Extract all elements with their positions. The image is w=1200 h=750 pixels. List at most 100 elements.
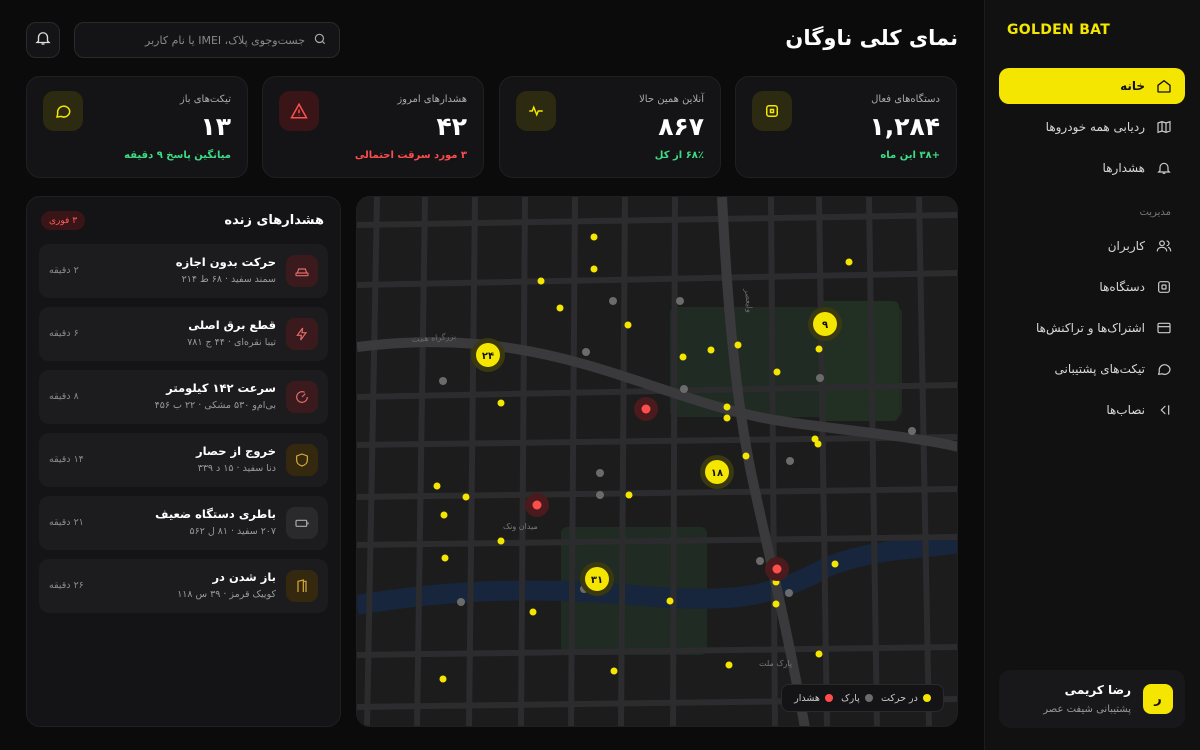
alert-title: باطری دستگاه ضعیف bbox=[155, 507, 276, 521]
sidebar-item-subscriptions[interactable]: اشتراک‌ها و تراکنش‌ها bbox=[999, 310, 1185, 346]
battery-icon bbox=[286, 507, 318, 539]
stat-label: هشدارهای امروز bbox=[397, 94, 467, 105]
moving-vehicle-marker bbox=[497, 399, 505, 407]
user-card[interactable]: ر رضا کریمی پشتیبانی شیفت عصر bbox=[999, 670, 1185, 728]
page-title: نمای کلی ناوگان bbox=[785, 26, 958, 50]
pulse-icon bbox=[516, 91, 556, 131]
search-input[interactable] bbox=[95, 33, 305, 47]
bell-icon bbox=[34, 29, 52, 51]
user-name: رضا کریمی bbox=[1064, 683, 1131, 697]
warning-icon bbox=[279, 91, 319, 131]
shield-icon bbox=[286, 444, 318, 476]
alert-vehicle: دنا سفید · ۱۵ د ۳۳۹ bbox=[197, 463, 276, 474]
stat-card-open-tickets: تیکت‌های باز ۱۳ میانگین پاسخ ۹ دقیقه bbox=[26, 76, 248, 178]
search-icon bbox=[313, 31, 327, 50]
legend-dot bbox=[824, 694, 833, 702]
alert-item[interactable]: حرکت بدون اجازه سمند سفید · ۶۸ ط ۲۱۴ ۲ د… bbox=[39, 244, 328, 298]
parked-vehicle-marker bbox=[439, 377, 447, 385]
alert-vehicle: بی‌ام‌و ۵۳۰ مشکی · ۲۲ ب ۴۵۶ bbox=[154, 400, 276, 411]
nav-section-label: مدیریت bbox=[1139, 207, 1171, 218]
parked-vehicle-marker bbox=[582, 348, 590, 356]
sidebar-item-tracking[interactable]: ردیابی همه خودروها bbox=[999, 109, 1185, 145]
alert-title: باز شدن در bbox=[212, 570, 276, 584]
main-content: نمای کلی ناوگان دستگاه‌های فعال ۱,۲۸۴ +۳… bbox=[0, 0, 984, 750]
legend-dot bbox=[922, 694, 931, 702]
alert-vehicle: ۲۰۷ سفید · ۸۱ ل ۵۶۲ bbox=[189, 526, 277, 537]
alert-item[interactable]: باز شدن در کوییک قرمز · ۳۹ س ۱۱۸ ۲۶ دقیق… bbox=[39, 559, 328, 613]
moving-vehicle-marker bbox=[441, 554, 449, 562]
legend-label: در حرکت bbox=[881, 692, 918, 704]
legend-label: هشدار bbox=[794, 692, 820, 704]
alert-item[interactable]: سرعت ۱۴۲ کیلومتر بی‌ام‌و ۵۳۰ مشکی · ۲۲ ب… bbox=[39, 370, 328, 424]
moving-vehicle-marker bbox=[723, 414, 731, 422]
chat-icon bbox=[1155, 360, 1173, 378]
parked-vehicle-marker bbox=[457, 598, 465, 606]
alert-item[interactable]: قطع برق اصلی تیبا نقره‌ای · ۴۴ ج ۷۸۱ ۶ د… bbox=[39, 307, 328, 361]
cluster-count: ۳۱ bbox=[591, 575, 603, 586]
map-icon bbox=[1155, 118, 1173, 136]
chat-icon bbox=[43, 91, 83, 131]
moving-vehicle-marker bbox=[440, 511, 448, 519]
stat-sub: ۳ مورد سرقت احتمالی bbox=[354, 150, 467, 161]
moving-vehicle-marker bbox=[439, 675, 447, 683]
moving-vehicle-marker bbox=[497, 537, 505, 545]
notifications-button[interactable] bbox=[26, 22, 60, 58]
stat-sub: +۳۸ این ماه bbox=[880, 150, 940, 161]
stat-label: دستگاه‌های فعال bbox=[871, 94, 940, 105]
parked-vehicle-marker bbox=[609, 297, 617, 305]
alert-item[interactable]: خروج از حصار دنا سفید · ۱۵ د ۳۳۹ ۱۴ دقیق… bbox=[39, 433, 328, 487]
bolt-icon bbox=[286, 318, 318, 350]
stat-value: ۸۶۷ bbox=[658, 112, 704, 141]
street-label: میدان ونک bbox=[503, 522, 538, 531]
sidebar-item-alerts[interactable]: هشدارها bbox=[999, 150, 1185, 186]
stat-sub: ۶۸٪ از کل bbox=[654, 150, 704, 161]
panel-title: هشدارهای زنده bbox=[224, 213, 324, 228]
alert-time: ۶ دقیقه bbox=[49, 328, 79, 339]
search-box[interactable] bbox=[74, 22, 340, 58]
alert-vehicle-marker bbox=[532, 500, 542, 510]
parked-vehicle-marker bbox=[676, 297, 684, 305]
chip-icon bbox=[1155, 278, 1173, 296]
fleet-map[interactable]: بزرگراه همت ولیعصر میدان ونک پارک ملت ۲۴… bbox=[356, 196, 958, 727]
card-icon bbox=[1155, 319, 1173, 337]
sidebar-item-tickets[interactable]: تیکت‌های پشتیبانی bbox=[999, 351, 1185, 387]
legend-dot bbox=[864, 694, 873, 702]
alert-vehicle: سمند سفید · ۶۸ ط ۲۱۴ bbox=[181, 274, 276, 285]
brand-logo: GOLDEN BAT bbox=[1007, 22, 1111, 38]
alert-time: ۲۶ دقیقه bbox=[49, 580, 84, 591]
sidebar-nav: خانه ردیابی همه خودروها هشدارها مدیریت ک… bbox=[999, 68, 1185, 433]
map-canvas[interactable]: بزرگراه همت ولیعصر میدان ونک پارک ملت ۲۴… bbox=[357, 197, 958, 727]
home-icon bbox=[1155, 77, 1173, 95]
moving-vehicle-marker bbox=[529, 608, 537, 616]
parked-vehicle-marker bbox=[680, 385, 688, 393]
moving-vehicle-marker bbox=[433, 482, 441, 490]
parked-vehicle-marker bbox=[786, 457, 794, 465]
moving-vehicle-marker bbox=[831, 560, 839, 568]
stat-card-online: آنلاین همین حالا ۸۶۷ ۶۸٪ از کل bbox=[499, 76, 721, 178]
street-label: پارک ملت bbox=[759, 659, 792, 668]
sidebar-item-users[interactable]: کاربران bbox=[999, 228, 1185, 264]
alert-time: ۱۴ دقیقه bbox=[49, 454, 84, 465]
bell-icon bbox=[1155, 159, 1173, 177]
alert-time: ۲۱ دقیقه bbox=[49, 517, 84, 528]
alert-vehicle-marker bbox=[772, 564, 782, 574]
alert-title: خروج از حصار bbox=[195, 444, 276, 458]
sidebar-item-installers[interactable]: نصاب‌ها bbox=[999, 392, 1185, 428]
cluster-count: ۲۴ bbox=[482, 351, 494, 362]
moving-vehicle-marker bbox=[773, 368, 781, 376]
moving-vehicle-marker bbox=[556, 304, 564, 312]
alert-vehicle-marker bbox=[641, 404, 651, 414]
moving-vehicle-marker bbox=[610, 667, 618, 675]
sidebar-item-devices[interactable]: دستگاه‌ها bbox=[999, 269, 1185, 305]
moving-vehicle-marker bbox=[462, 493, 470, 501]
sidebar-item-label: دستگاه‌ها bbox=[1099, 280, 1145, 294]
users-icon bbox=[1155, 237, 1173, 255]
moving-vehicle-marker bbox=[772, 600, 780, 608]
live-alerts-panel: هشدارهای زنده ۳ فوری حرکت بدون اجازه سمن… bbox=[26, 196, 341, 727]
avatar: ر bbox=[1143, 684, 1173, 714]
urgent-badge: ۳ فوری bbox=[41, 211, 86, 230]
alert-time: ۸ دقیقه bbox=[49, 391, 79, 402]
sidebar-item-home[interactable]: خانه bbox=[999, 68, 1185, 104]
alert-item[interactable]: باطری دستگاه ضعیف ۲۰۷ سفید · ۸۱ ل ۵۶۲ ۲۱… bbox=[39, 496, 328, 550]
stat-label: آنلاین همین حالا bbox=[639, 94, 704, 105]
